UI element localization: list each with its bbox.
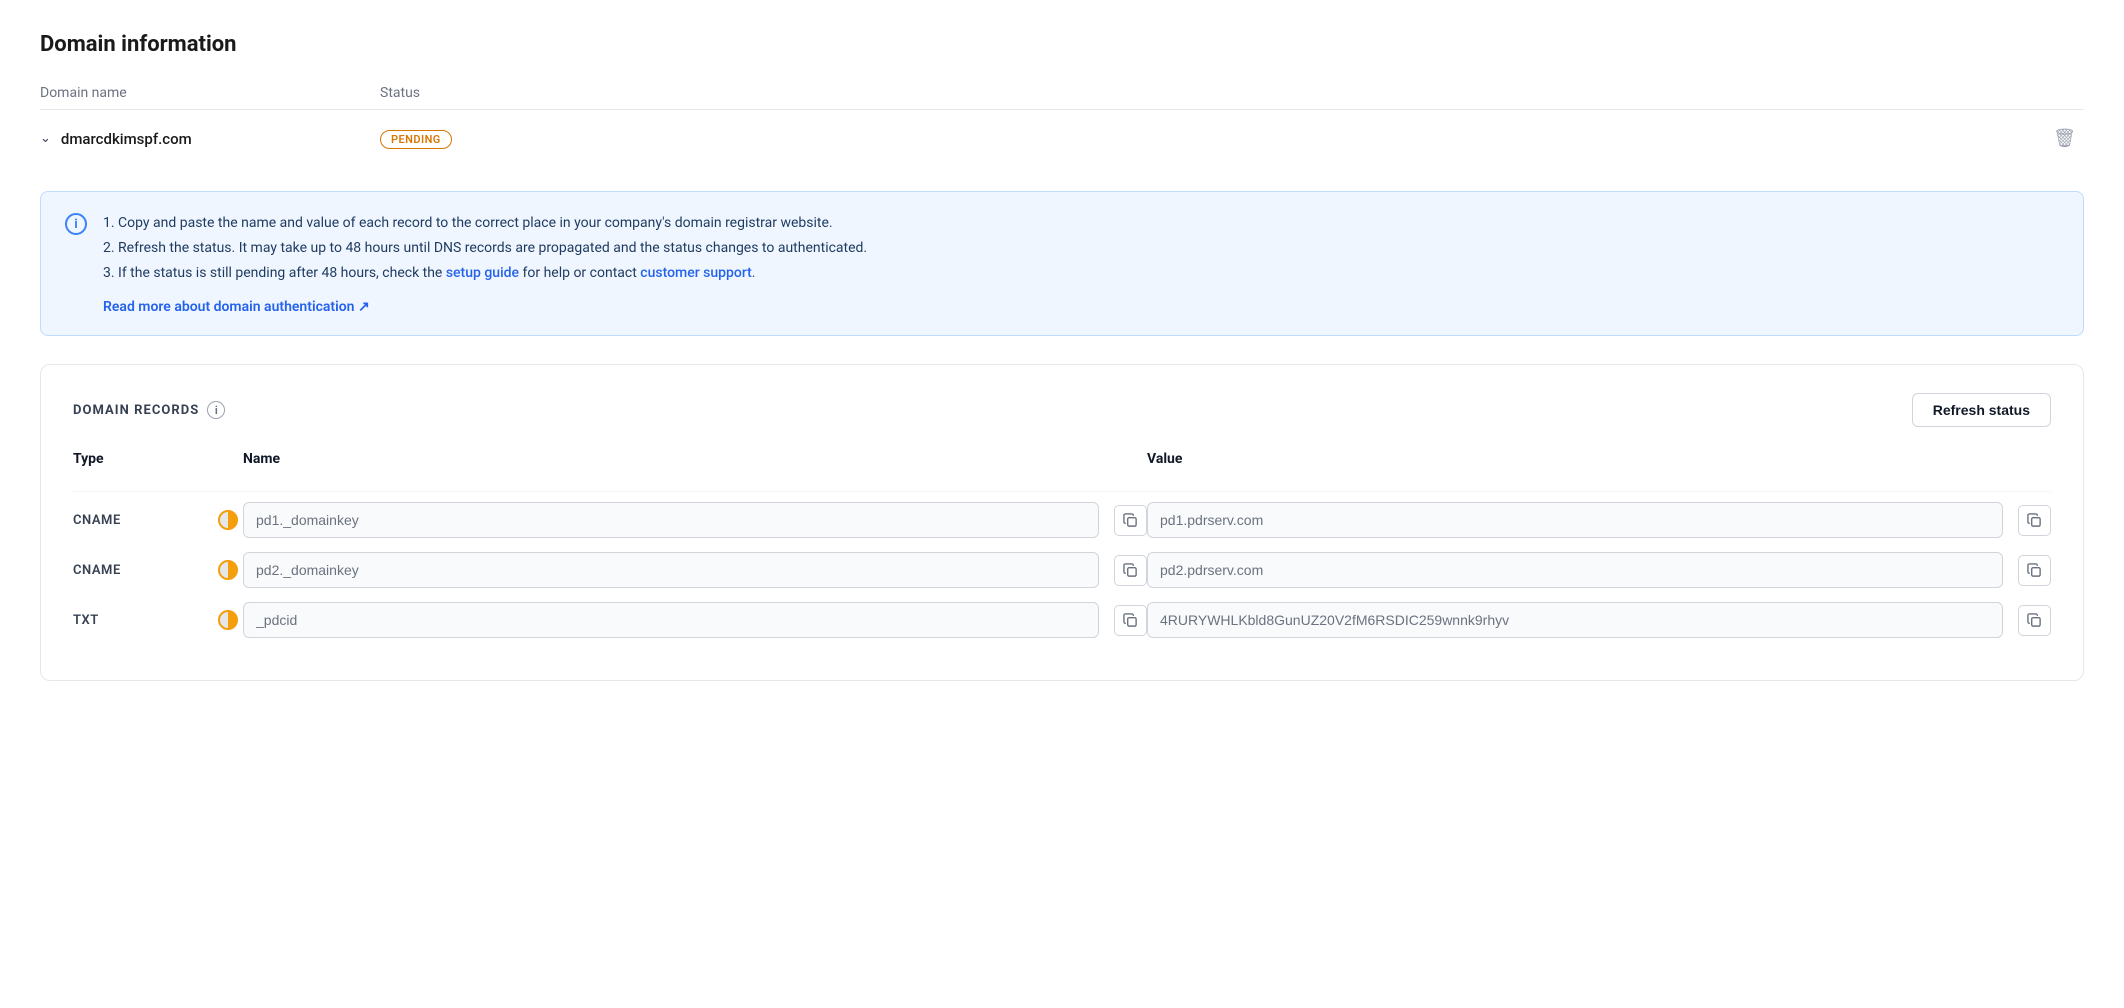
- record-value-input-2[interactable]: [1147, 602, 2003, 638]
- info-box: i 1. Copy and paste the name and value o…: [40, 191, 2084, 336]
- record-type-0: CNAME: [73, 513, 213, 528]
- info-line-3-post: .: [752, 265, 756, 281]
- copy-value-button-0[interactable]: [2018, 505, 2051, 536]
- info-content: 1. Copy and paste the name and value of …: [103, 212, 867, 315]
- info-line-3-mid: for help or contact: [519, 265, 640, 281]
- info-icon: i: [65, 213, 87, 235]
- records-list: CNAME CNAME: [73, 502, 2051, 638]
- info-line-3-pre: 3. If the status is still pending after …: [103, 265, 446, 281]
- record-row: CNAME: [73, 552, 2051, 588]
- record-type-2: TXT: [73, 613, 213, 628]
- col-header-status: Status: [380, 85, 1485, 110]
- record-name-input-0[interactable]: [243, 502, 1099, 538]
- domain-name: dmarcdkimspf.com: [61, 130, 192, 148]
- customer-support-link[interactable]: customer support: [640, 265, 752, 281]
- record-name-input-2[interactable]: [243, 602, 1099, 638]
- copy-value-button-1[interactable]: [2018, 555, 2051, 586]
- record-status-dot-1: [213, 560, 243, 580]
- copy-name-button-2[interactable]: [1114, 605, 1147, 636]
- info-line-2: 2. Refresh the status. It may take up to…: [103, 237, 867, 260]
- records-title-row: DOMAIN RECORDS i: [73, 401, 225, 419]
- col-header-type: Type: [73, 451, 213, 481]
- records-section-title: DOMAIN RECORDS: [73, 403, 199, 418]
- copy-value-button-2[interactable]: [2018, 605, 2051, 636]
- delete-cell: 🗑: [1485, 110, 2084, 168]
- record-value-input-0[interactable]: [1147, 502, 2003, 538]
- domain-name-cell: ⌄ dmarcdkimspf.com: [40, 110, 380, 168]
- refresh-status-button[interactable]: Refresh status: [1912, 393, 2051, 427]
- info-line-3: 3. If the status is still pending after …: [103, 262, 867, 285]
- delete-domain-button[interactable]: 🗑: [2045, 124, 2084, 153]
- page-title: Domain information: [40, 32, 2084, 57]
- copy-name-button-0[interactable]: [1114, 505, 1147, 536]
- setup-guide-link[interactable]: setup guide: [446, 265, 519, 281]
- col-header-actions: [1485, 85, 2084, 110]
- trash-icon: 🗑: [2053, 128, 2076, 148]
- status-badge: PENDING: [380, 130, 452, 149]
- record-status-dot-2: [213, 610, 243, 630]
- read-more-link[interactable]: Read more about domain authentication ↗: [103, 299, 370, 315]
- record-status-dot-0: [213, 510, 243, 530]
- record-name-input-1[interactable]: [243, 552, 1099, 588]
- col-header-value: Value: [1147, 451, 2011, 481]
- col-header-name: Name: [243, 451, 1107, 481]
- records-header: DOMAIN RECORDS i Refresh status: [73, 393, 2051, 427]
- domain-records-card: DOMAIN RECORDS i Refresh status Type Nam…: [40, 364, 2084, 681]
- domain-table: Domain name Status ⌄ dmarcdkimspf.com PE…: [40, 85, 2084, 167]
- record-type-1: CNAME: [73, 563, 213, 578]
- chevron-down-icon[interactable]: ⌄: [40, 131, 51, 146]
- records-info-icon[interactable]: i: [207, 401, 225, 419]
- record-value-input-1[interactable]: [1147, 552, 2003, 588]
- record-row: TXT: [73, 602, 2051, 638]
- info-line-1: 1. Copy and paste the name and value of …: [103, 212, 867, 235]
- col-header-domain-name: Domain name: [40, 85, 380, 110]
- copy-name-button-1[interactable]: [1114, 555, 1147, 586]
- record-row: CNAME: [73, 502, 2051, 538]
- status-cell: PENDING: [380, 110, 1485, 168]
